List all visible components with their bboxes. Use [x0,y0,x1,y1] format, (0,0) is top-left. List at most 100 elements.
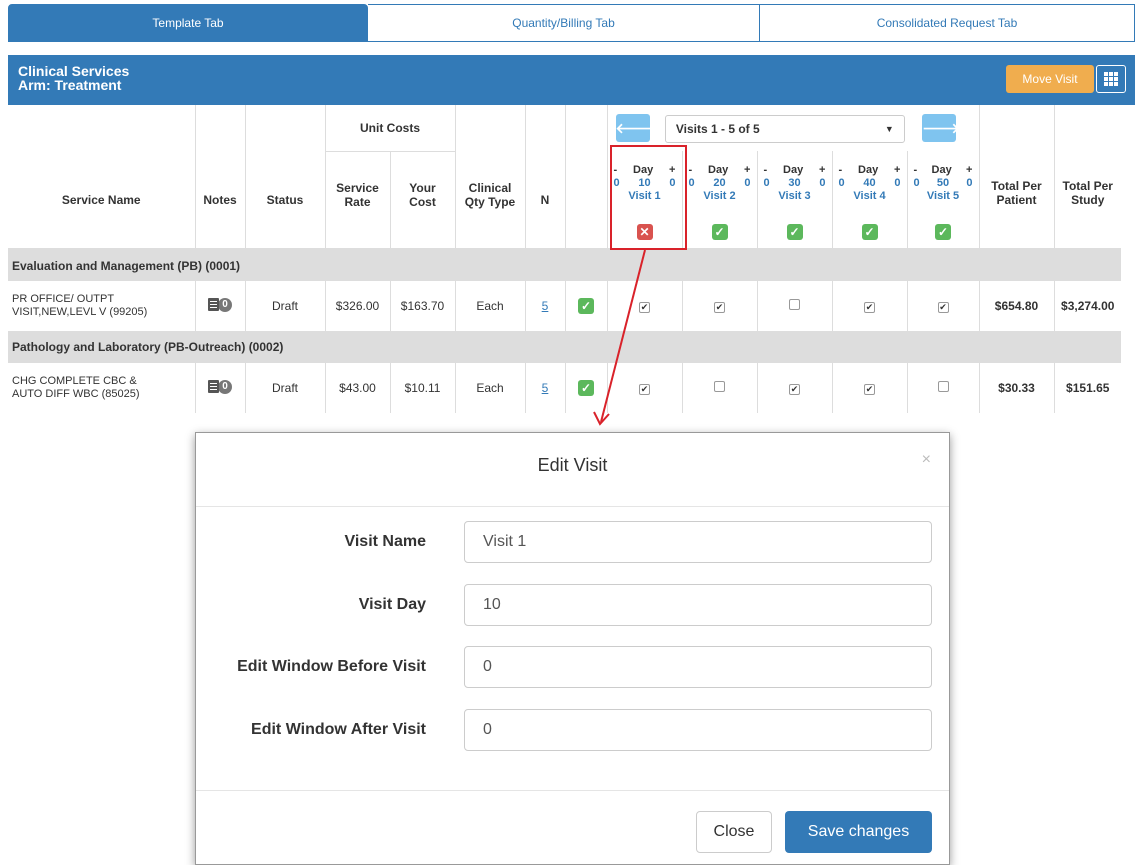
window-after: 0 [894,176,901,189]
visit-checkbox[interactable]: ✔ [864,301,875,313]
col-your-cost[interactable]: Your Cost [390,151,456,215]
status-cell[interactable]: Draft [245,281,326,331]
col-status[interactable]: Status [245,105,326,215]
day-decrement-button[interactable]: - [764,164,768,177]
next-visits-button[interactable]: 🡒 [922,113,960,142]
window-before-input[interactable]: 0 [464,646,932,688]
window-before: 0 [763,176,770,189]
col-service-rate-2: Rate [344,195,371,209]
visit-checkbox[interactable]: ✔ [639,384,650,395]
column-toggle-button[interactable] [1096,65,1126,93]
qty-type-cell[interactable]: Each [455,281,526,331]
service-name-line2: VISIT,NEW,LEVL V (99205) [12,305,148,318]
window-before-label: Edit Window Before Visit [237,658,426,675]
notes-count-badge: 0 [218,379,232,394]
col-n[interactable]: N [525,105,566,215]
day-decrement-button[interactable]: - [914,164,918,177]
day-label: Day [858,163,879,176]
window-after: 0 [966,176,973,189]
your-cost-cell[interactable]: $163.70 [390,281,456,331]
visit-checkbox[interactable] [937,381,949,392]
visit-checkbox[interactable]: ✔ [789,384,800,395]
notes-count-badge: 0 [218,297,232,312]
col-service-rate-1: Service [336,181,379,195]
col-notes[interactable]: Notes [195,105,246,215]
panel-arm-text: Arm: Treatment [18,77,122,93]
modal-title: Edit Visit [537,455,608,475]
your-cost-cell[interactable]: $10.11 [390,363,456,413]
visit-checkbox[interactable]: ✔ [864,384,875,395]
service-name-line2: AUTO DIFF WBC (85025) [12,388,140,400]
service-name-line1: PR OFFICE/ OUTPT [12,292,115,305]
service-rate-cell: $326.00 [325,281,391,331]
day-increment-button[interactable]: + [894,164,900,177]
col-total-patient-1: Total Per [991,179,1042,193]
tab-consolidated-request[interactable]: Consolidated Request Tab [760,4,1135,42]
visit-select-all-row: ✕ ✓ ✓ ✓ ✓ [8,215,1121,249]
row-select-all-icon[interactable]: ✓ [578,380,594,396]
visit-checkbox[interactable] [714,381,725,392]
status-cell[interactable]: Draft [245,363,326,413]
tab-bar: Template Tab Quantity/Billing Tab Consol… [8,4,1135,42]
modal-divider [196,506,949,507]
col-total-patient: Total Per Patient [978,105,1055,215]
window-before: 0 [838,176,845,189]
visit-checkbox[interactable]: ✔ [937,301,949,313]
move-visit-button[interactable]: Move Visit [1006,65,1094,93]
n-link[interactable]: 5 [525,281,566,331]
grid-icon [1104,72,1118,86]
col-your-cost-1: Your [409,181,436,195]
visit-header-5[interactable]: - Day +0 50 0 Visit 5 [907,151,979,215]
day-increment-button[interactable]: + [819,164,825,177]
services-table: Service Name Notes Status Unit Costs Cli… [8,105,1121,413]
visit-day-input[interactable]: 10 [464,584,932,626]
edit-visit-modal: Edit Visit × Visit Name Visit 1 Visit Da… [195,432,950,865]
prev-visits-button[interactable]: 🡐 [615,113,653,142]
close-icon[interactable]: × [922,451,931,469]
tab-template[interactable]: Template Tab [8,4,368,42]
visit-day: 20 [713,176,726,189]
visit-checkbox[interactable] [789,298,800,310]
select-visit-3-icon[interactable]: ✓ [786,223,803,240]
day-decrement-button[interactable]: - [689,164,693,177]
total-per-study: $3,274.00 [1061,298,1115,313]
visit-name-link[interactable]: Visit 3 [758,190,832,203]
day-decrement-button[interactable]: - [839,164,843,177]
visit-checkbox[interactable]: ✔ [714,301,725,313]
day-increment-button[interactable]: + [744,164,750,177]
window-after-input[interactable]: 0 [464,709,932,751]
select-visit-4-icon[interactable]: ✓ [861,223,878,240]
save-changes-button[interactable]: Save changes [785,811,932,853]
day-label: Day [708,163,729,176]
section-header: Pathology and Laboratory (PB-Outreach) (… [8,331,1121,363]
visit-name-link[interactable]: Visit 4 [833,190,907,203]
n-link[interactable]: 5 [525,363,566,413]
visit-header-4[interactable]: - Day +0 40 0 Visit 4 [832,151,908,215]
arrow-head [593,411,610,426]
qty-type-cell[interactable]: Each [455,363,526,413]
visit-checkbox[interactable]: ✔ [639,301,650,313]
visit-name-link[interactable]: Visit 2 [683,190,757,203]
panel-title-text: Clinical Services [18,63,130,79]
col-total-study: Total Per Study [1054,105,1121,215]
visit-name-link[interactable]: Visit 5 [908,190,979,203]
row-select-all-icon[interactable]: ✓ [578,297,594,314]
notes-cell[interactable]: 0 [195,363,246,413]
total-per-patient: $30.33 [978,363,1055,413]
visit-1-highlight-box [610,145,687,250]
close-button[interactable]: Close [696,811,772,853]
col-service-rate[interactable]: Service Rate [325,151,391,215]
col-total-study-2: Study [1071,193,1105,207]
day-label: Day [931,163,952,176]
notes-cell[interactable]: 0 [195,281,246,331]
window-after: 0 [744,176,751,189]
tab-quantity-billing[interactable]: Quantity/Billing Tab [368,4,760,42]
day-increment-button[interactable]: + [966,164,972,177]
select-visit-2-icon[interactable]: ✓ [711,223,728,240]
col-clinical-qty-type[interactable]: Clinical Qty Type [455,105,526,215]
visit-header-2[interactable]: - Day +0 20 0 Visit 2 [682,151,758,215]
select-visit-5-icon[interactable]: ✓ [935,223,951,240]
visit-header-3[interactable]: - Day +0 30 0 Visit 3 [757,151,833,215]
visit-range-select[interactable]: Visits 1 - 5 of 5 ▼ [664,114,905,143]
visit-name-input[interactable]: Visit 1 [464,521,932,563]
